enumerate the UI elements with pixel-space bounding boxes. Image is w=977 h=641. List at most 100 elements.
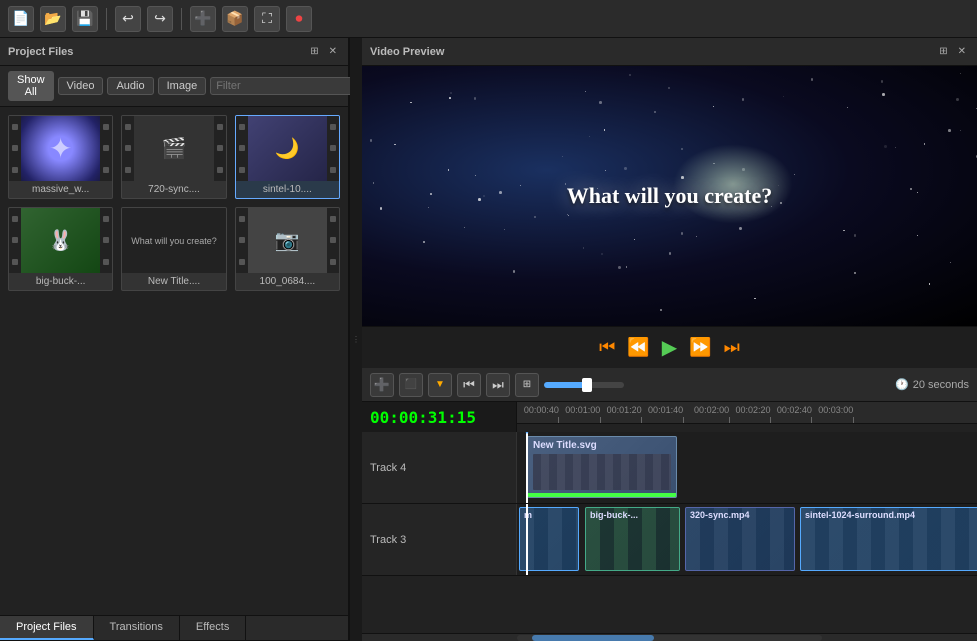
transport-rewind-start-button[interactable]: ⏮ xyxy=(599,337,615,358)
clip-sintel-label: sintel-1024-surround.mp4 xyxy=(805,510,915,520)
film-hole xyxy=(103,216,109,222)
track-4-content[interactable]: New Title.svg xyxy=(517,432,977,503)
media-label-720sync: 720-sync.... xyxy=(122,181,225,198)
media-thumb-massive: ✦ xyxy=(9,116,112,181)
filter-showall-button[interactable]: Show All xyxy=(8,71,54,101)
timeline-ruler[interactable]: 00:00:40 00:01:00 00:01:20 00:01:40 00:0… xyxy=(517,402,977,424)
project-files-maximize-icon[interactable]: ⊞ xyxy=(307,45,321,58)
zoom-slider[interactable] xyxy=(544,382,624,388)
save-button[interactable]: 💾 xyxy=(72,6,98,32)
transport-play-button[interactable]: ▶ xyxy=(662,335,677,360)
project-files-close-icon[interactable]: ✕ xyxy=(326,45,340,58)
filter-menu-button[interactable]: ▼ xyxy=(428,373,452,397)
clip-sintel[interactable]: sintel-1024-surround.mp4 xyxy=(800,507,977,571)
timeline-toolbar: ➕ ⬛ ▼ ⏮ ⏭ ⊞ 🕐 20 seconds xyxy=(362,368,977,402)
fullscreen-button[interactable]: ⛶ xyxy=(254,6,280,32)
track-4-label: Track 4 xyxy=(370,462,406,474)
playhead-track3[interactable] xyxy=(526,504,528,575)
preview-close-icon[interactable]: ✕ xyxy=(955,45,969,58)
filmstrip-left xyxy=(9,116,21,181)
film-hole xyxy=(103,259,109,265)
ruler-mark: 00:01:20 xyxy=(641,417,642,423)
scrollbar-thumb[interactable] xyxy=(532,635,654,641)
media-item-massive[interactable]: ✦ massive_w... xyxy=(8,115,113,199)
tab-effects[interactable]: Effects xyxy=(180,616,246,640)
filter-image-button[interactable]: Image xyxy=(158,77,207,95)
main-layout: Project Files ⊞ ✕ Show All Video Audio I… xyxy=(0,38,977,641)
filmstrip-left xyxy=(236,116,248,181)
video-preview[interactable]: What will you create? xyxy=(362,66,977,326)
clip-green-bar xyxy=(528,493,676,497)
left-panel: Project Files ⊞ ✕ Show All Video Audio I… xyxy=(0,38,350,641)
playhead-triangle xyxy=(520,432,534,434)
separator-2 xyxy=(181,8,182,30)
add-button[interactable]: ➕ xyxy=(190,6,216,32)
new-button[interactable]: 📄 xyxy=(8,6,34,32)
record-button[interactable]: ⏺ xyxy=(286,6,312,32)
right-panel: Video Preview ⊞ ✕ What will you create? … xyxy=(362,38,977,641)
filmstrip-right xyxy=(100,208,112,273)
redo-button[interactable]: ↪ xyxy=(147,6,173,32)
tab-project-files[interactable]: Project Files xyxy=(0,616,94,640)
film-hole xyxy=(125,145,131,151)
zoom-slider-thumb[interactable] xyxy=(582,378,592,392)
open-button[interactable]: 📂 xyxy=(40,6,66,32)
film-hole xyxy=(239,145,245,151)
filter-audio-button[interactable]: Audio xyxy=(107,77,153,95)
go-end-button[interactable]: ⏭ xyxy=(486,373,510,397)
ruler-mark: 00:01:40 xyxy=(683,417,684,423)
film-hole xyxy=(239,259,245,265)
clip-new-title[interactable]: New Title.svg xyxy=(527,436,677,498)
filter-video-button[interactable]: Video xyxy=(58,77,104,95)
filmstrip-left xyxy=(236,208,248,273)
media-thumb-sintel: 🌙 xyxy=(236,116,339,181)
preview-header: Video Preview ⊞ ✕ xyxy=(362,38,977,66)
film-hole xyxy=(217,124,223,130)
clip-720sync[interactable]: 320-sync.mp4 xyxy=(685,507,795,571)
project-files-title: Project Files xyxy=(8,46,73,58)
transport-rewind-button[interactable]: ⏪ xyxy=(627,337,649,358)
go-start-button[interactable]: ⏮ xyxy=(457,373,481,397)
tab-transitions[interactable]: Transitions xyxy=(94,616,180,640)
media-item-sintel[interactable]: 🌙 sintel-10.... xyxy=(235,115,340,199)
film-hole xyxy=(217,167,223,173)
filter-input[interactable] xyxy=(210,77,364,95)
playback-controls: ⏮ ⏪ ▶ ⏩ ⏭ xyxy=(362,326,977,368)
razor-tool-button[interactable]: ⊞ xyxy=(515,373,539,397)
clip-bigbuck[interactable]: big-buck-... xyxy=(585,507,680,571)
media-item-100068[interactable]: 📷 100_0684.... xyxy=(235,207,340,291)
remove-track-button[interactable]: ⬛ xyxy=(399,373,423,397)
duration-label: 20 seconds xyxy=(913,379,969,391)
transport-forward-button[interactable]: ⏩ xyxy=(689,337,711,358)
transport-forward-end-button[interactable]: ⏭ xyxy=(724,337,740,358)
media-item-newtitle[interactable]: What will you create? New Title.... xyxy=(121,207,226,291)
track-4-header: Track 4 xyxy=(362,432,517,503)
preview-maximize-icon[interactable]: ⊞ xyxy=(936,45,950,58)
film-hole xyxy=(12,124,18,130)
ruler-mark: 00:00:40 xyxy=(558,417,559,423)
filmstrip-right xyxy=(214,116,226,181)
export-button[interactable]: 📦 xyxy=(222,6,248,32)
filmstrip-right xyxy=(327,208,339,273)
film-hole xyxy=(12,167,18,173)
preview-title: Video Preview xyxy=(370,46,444,58)
media-item-bigbuck[interactable]: 🐰 big-buck-... xyxy=(8,207,113,291)
panel-resize-handle[interactable]: ⋮ xyxy=(350,38,362,641)
media-thumb-100068: 📷 xyxy=(236,208,339,273)
media-thumb-bigbuck: 🐰 xyxy=(9,208,112,273)
add-track-button[interactable]: ➕ xyxy=(370,373,394,397)
media-label-sintel: sintel-10.... xyxy=(236,181,339,198)
resize-dots: ⋮ xyxy=(352,335,360,344)
clip-m[interactable]: m xyxy=(519,507,579,571)
project-files-header-icons: ⊞ ✕ xyxy=(307,45,340,58)
playhead[interactable] xyxy=(526,432,528,503)
undo-button[interactable]: ↩ xyxy=(115,6,141,32)
media-item-720sync[interactable]: 🎬 720-sync.... xyxy=(121,115,226,199)
film-hole xyxy=(239,216,245,222)
clip-title-label: New Title.svg xyxy=(533,440,671,451)
timeline-scrollbar[interactable] xyxy=(362,633,977,641)
ruler-mark: 00:01:00 xyxy=(600,417,601,423)
clock-icon: 🕐 xyxy=(895,378,909,391)
scrollbar-track[interactable] xyxy=(517,635,822,641)
track-3-content[interactable]: m big-buck-... 320-sync.mp4 xyxy=(517,504,977,575)
